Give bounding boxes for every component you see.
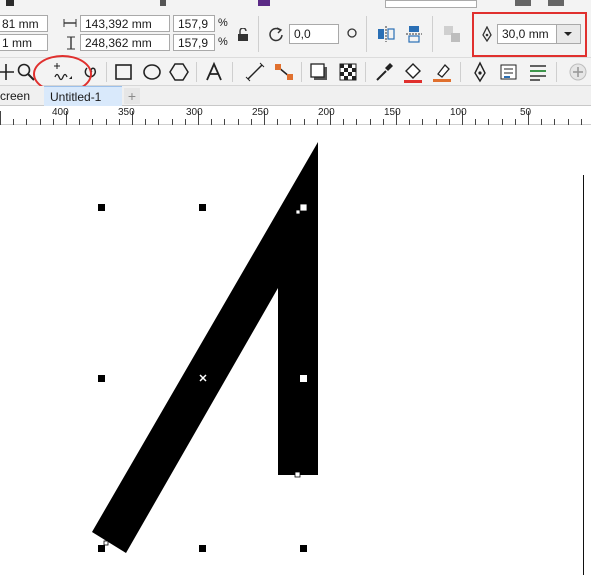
prop-sep-1 xyxy=(258,16,259,52)
ellipse-tool[interactable] xyxy=(140,60,164,84)
rotation-center-icon[interactable] xyxy=(347,28,357,38)
height-icon xyxy=(67,36,75,50)
ruler-ticks xyxy=(0,111,582,125)
lock-ratio-icon[interactable] xyxy=(237,28,249,42)
prop-sep-3 xyxy=(432,16,433,52)
tool-separator-4 xyxy=(301,62,302,82)
scale-x-percent: % xyxy=(218,17,228,29)
tool-separator-3 xyxy=(232,62,233,82)
add-tab-button[interactable]: + xyxy=(124,88,140,104)
add-tool[interactable] xyxy=(566,60,590,84)
position-y-field[interactable]: 1 mm xyxy=(0,34,48,51)
menu-fragment-6 xyxy=(548,0,564,6)
shape-node-bottom[interactable] xyxy=(294,471,301,478)
ellipse-icon xyxy=(143,64,161,80)
rectangle-tool[interactable] xyxy=(112,60,136,84)
tool-separator-6 xyxy=(460,62,461,82)
canvas-drawing xyxy=(92,142,318,553)
document-tabs: creen Untitled-1 + xyxy=(0,86,591,106)
align-list-icon xyxy=(530,65,546,81)
scale-y-percent: % xyxy=(218,36,228,48)
mirror-vertical-icon[interactable] xyxy=(405,25,423,43)
position-x-field[interactable]: 81 mm xyxy=(0,15,48,32)
connector-tool[interactable] xyxy=(272,60,296,84)
scale-x-field[interactable]: 157,9 xyxy=(173,15,215,32)
object-properties-tool[interactable] xyxy=(497,60,521,84)
ruler-label-150: 150 xyxy=(384,107,401,118)
drop-shadow-icon xyxy=(310,63,327,80)
menu-fragment-5 xyxy=(515,0,531,6)
shape-node-top[interactable] xyxy=(295,209,301,215)
width-icon xyxy=(63,19,77,27)
tool-separator-1 xyxy=(106,62,107,82)
ruler-label-300: 300 xyxy=(186,107,203,118)
polygon-tool[interactable] xyxy=(167,60,191,84)
handle-top-middle[interactable] xyxy=(199,204,206,211)
tool-separator-5 xyxy=(365,62,366,82)
handle-top-right[interactable] xyxy=(299,203,308,212)
dimension-icon xyxy=(245,62,265,82)
ruler-label-350: 350 xyxy=(118,107,135,118)
scale-y-field[interactable]: 157,9 xyxy=(173,34,215,51)
rotation-field[interactable]: 0,0 xyxy=(289,24,339,44)
handle-bottom-right[interactable] xyxy=(300,545,307,552)
menu-fragment-4 xyxy=(385,0,477,8)
connector-icon xyxy=(275,64,293,80)
smart-fill-tool[interactable] xyxy=(430,60,454,84)
ruler-label-250: 250 xyxy=(252,107,269,118)
add-circle-icon xyxy=(569,63,587,81)
menu-fragment-1 xyxy=(6,0,14,6)
tool-separator-7 xyxy=(556,62,557,82)
handle-top-left[interactable] xyxy=(98,204,105,211)
ruler-label-100: 100 xyxy=(450,107,467,118)
paint-bucket-icon xyxy=(404,63,422,83)
shape-node-left[interactable] xyxy=(103,540,109,546)
handle-bottom-middle[interactable] xyxy=(199,545,206,552)
parallel-dimension-tool[interactable] xyxy=(243,60,267,84)
menu-fragment-2 xyxy=(160,0,166,6)
text-tool[interactable] xyxy=(202,60,226,84)
smart-fill-icon xyxy=(433,64,451,82)
prop-sep-2 xyxy=(366,16,367,52)
rectangle-icon xyxy=(115,64,132,80)
properties-icon xyxy=(500,64,517,80)
width-field[interactable]: 143,392 mm xyxy=(80,15,170,32)
hexagon-icon xyxy=(169,63,189,81)
pen-nib-icon xyxy=(474,61,486,83)
align-tool[interactable] xyxy=(526,60,550,84)
handle-middle-left[interactable] xyxy=(98,375,105,382)
tab-untitled-1[interactable]: Untitled-1 xyxy=(44,86,122,106)
ruler-label-50: 50 xyxy=(520,107,532,118)
selected-shape[interactable] xyxy=(92,142,318,553)
convert-to-curves-icon[interactable] xyxy=(442,24,462,44)
eyedropper-icon xyxy=(376,63,393,81)
handle-middle-right[interactable] xyxy=(300,375,307,382)
menu-strip xyxy=(0,0,591,10)
transparency-tool[interactable] xyxy=(336,60,360,84)
outline-pen-tool[interactable] xyxy=(468,60,492,84)
height-field[interactable]: 248,362 mm xyxy=(80,34,170,51)
eyedropper-tool[interactable] xyxy=(372,60,396,84)
outline-width-highlight xyxy=(472,12,587,57)
ruler-label-200: 200 xyxy=(318,107,335,118)
drop-shadow-tool[interactable] xyxy=(307,60,331,84)
tool-separator-2 xyxy=(196,62,197,82)
text-a-icon xyxy=(206,61,222,81)
horizontal-ruler[interactable]: 400 350 300 250 200 150 100 50 xyxy=(0,106,591,125)
interactive-fill-tool[interactable] xyxy=(401,60,425,84)
handle-bottom-left[interactable] xyxy=(98,545,105,552)
drawing-canvas[interactable] xyxy=(0,125,591,583)
checkerboard-icon xyxy=(339,63,357,81)
mirror-horizontal-icon[interactable] xyxy=(377,25,395,43)
tab-welcome-screen[interactable]: creen xyxy=(0,86,36,106)
menu-fragment-3 xyxy=(258,0,270,6)
rotation-icon xyxy=(269,27,283,42)
ruler-label-400: 400 xyxy=(52,107,69,118)
page-edge-right xyxy=(583,175,584,575)
